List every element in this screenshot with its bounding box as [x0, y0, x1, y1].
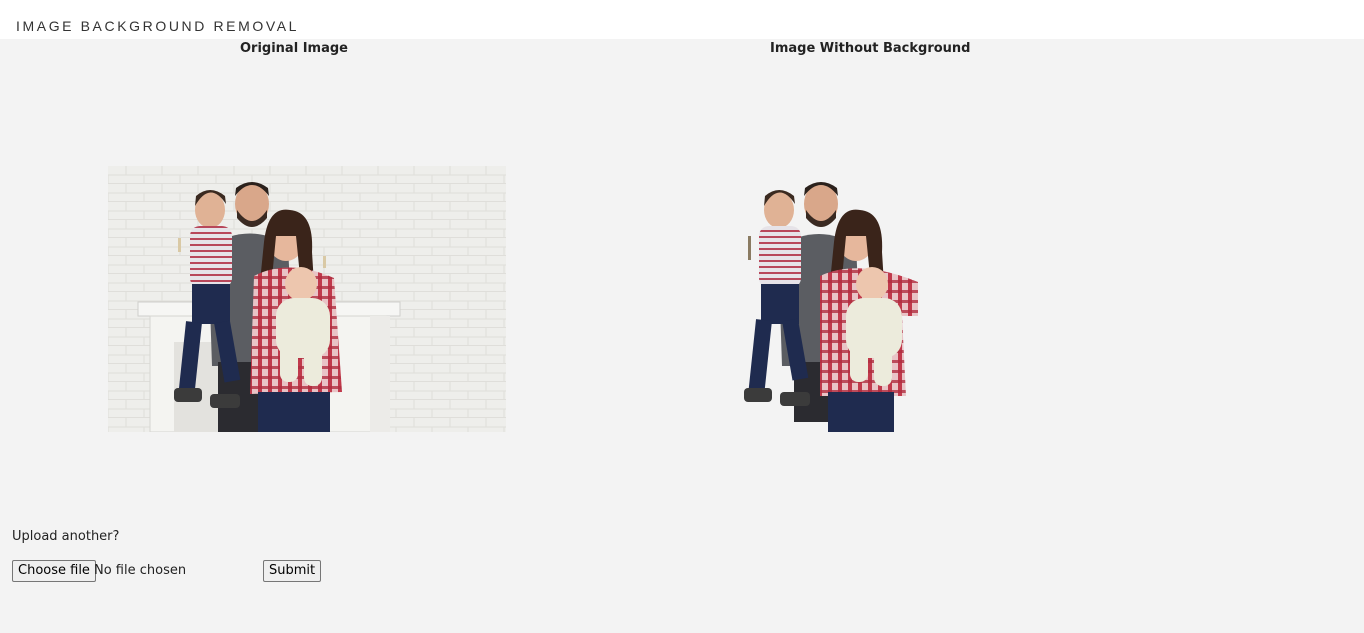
- result-photo-illustration: [744, 182, 918, 432]
- result-image-heading: Image Without Background: [770, 41, 971, 56]
- result-image: [738, 170, 938, 435]
- choose-file-button[interactable]: Choose file: [12, 560, 96, 582]
- original-image-heading: Original Image: [240, 41, 348, 56]
- app-header: IMAGE BACKGROUND REMOVAL: [0, 0, 1364, 39]
- original-photo-illustration: [108, 166, 506, 432]
- upload-prompt: Upload another?: [12, 529, 120, 544]
- submit-button[interactable]: Submit: [263, 560, 322, 582]
- app-title: IMAGE BACKGROUND REMOVAL: [16, 18, 300, 34]
- file-status-text: No file chosen: [94, 563, 187, 578]
- original-image: [108, 166, 506, 432]
